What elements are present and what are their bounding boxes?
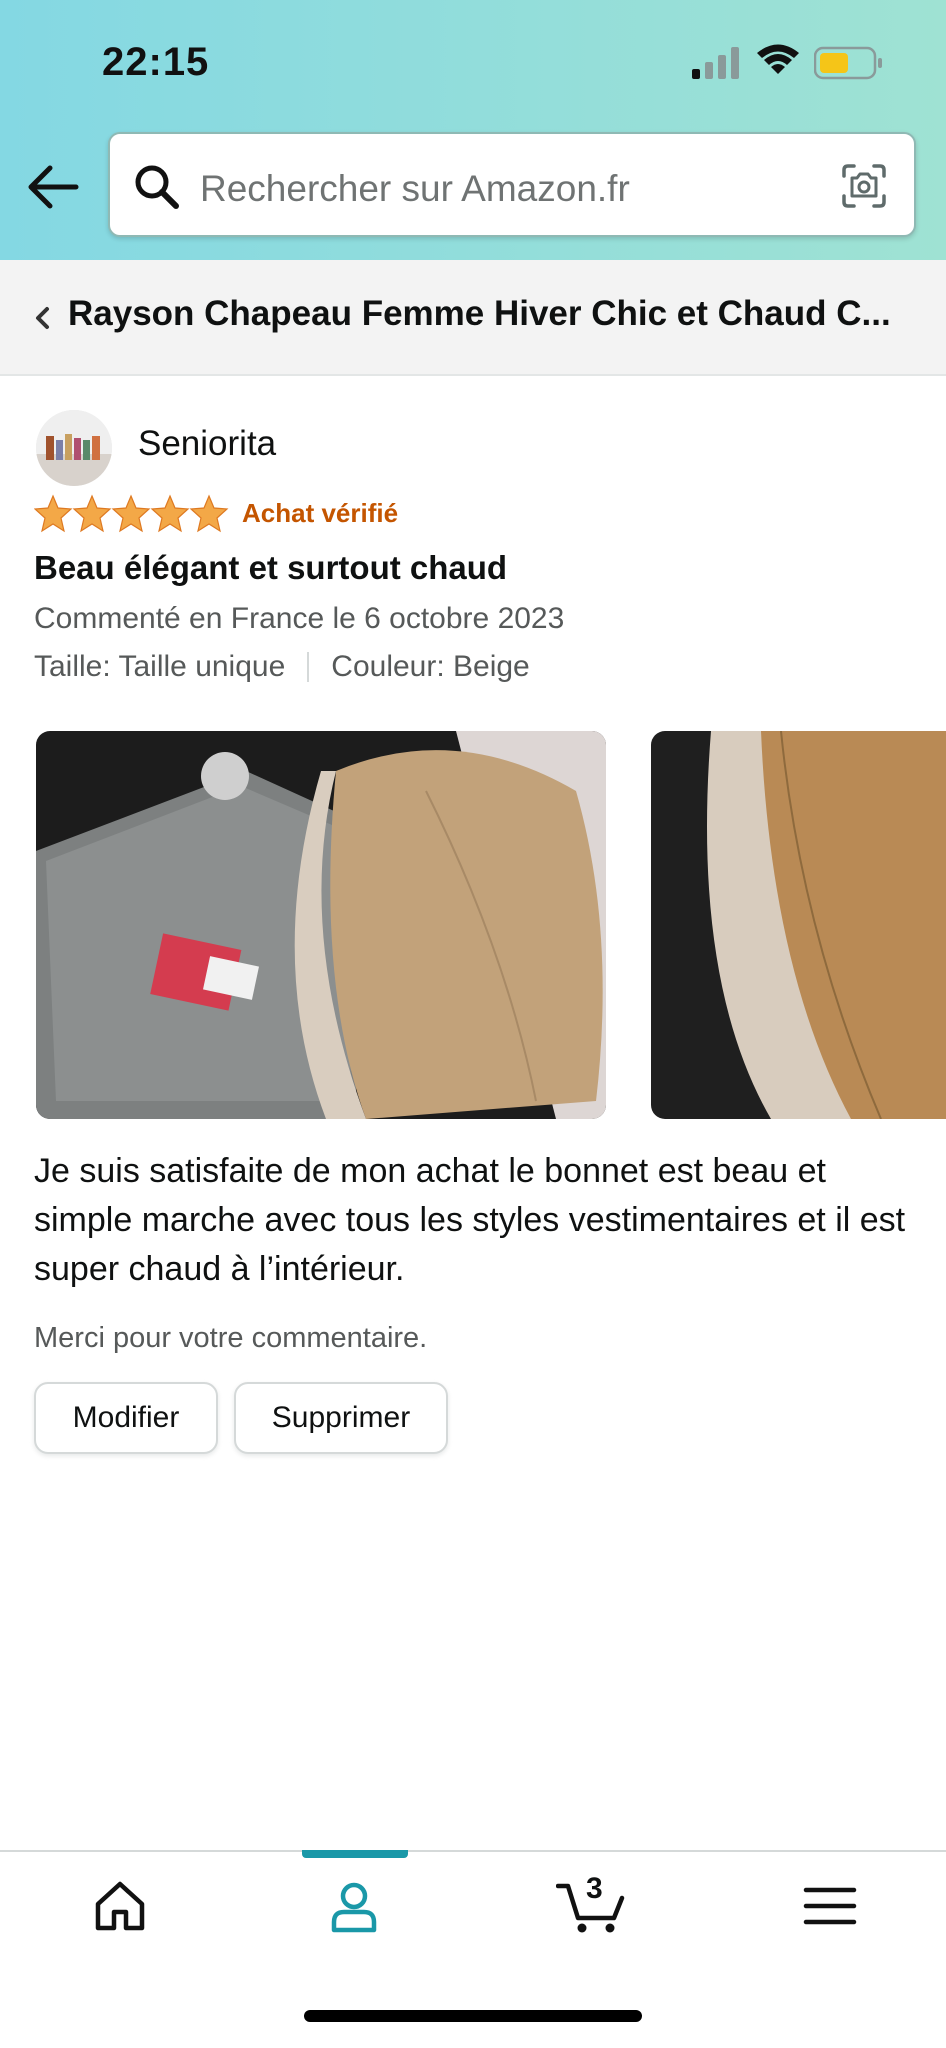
account-icon[interactable] <box>324 1876 384 1936</box>
edit-button[interactable]: Modifier <box>34 1382 218 1454</box>
variant-size: Taille: Taille unique <box>34 650 286 683</box>
wifi-icon <box>757 44 799 74</box>
star-icon <box>34 494 73 533</box>
product-title: Rayson Chapeau Femme Hiver Chic et Chaud… <box>68 294 891 333</box>
review-body: Je suis satisfaite de mon achat le bonne… <box>34 1152 906 1288</box>
star-icon <box>189 494 229 533</box>
status-time: 22:15 <box>102 40 210 84</box>
active-tab-indicator <box>302 1850 408 1858</box>
review-photo[interactable] <box>36 731 606 1119</box>
back-arrow-icon[interactable] <box>26 162 80 212</box>
search-placeholder: Rechercher sur Amazon.fr <box>200 168 630 209</box>
avatar <box>36 410 112 486</box>
review-title: Beau élégant et surtout chaud <box>34 549 508 586</box>
thank-you-message: Merci pour votre commentaire. <box>34 1322 428 1354</box>
search-icon <box>135 165 179 209</box>
review-date: Commenté en France le 6 octobre 2023 <box>34 602 565 635</box>
cellular-signal-icon <box>692 47 739 79</box>
search-input[interactable]: Rechercher sur Amazon.fr <box>108 132 916 237</box>
variant-color: Couleur: Beige <box>331 650 530 683</box>
camera-icon[interactable] <box>840 162 888 210</box>
menu-icon[interactable] <box>800 1876 860 1936</box>
delete-button[interactable]: Supprimer <box>234 1382 448 1454</box>
verified-purchase-badge: Achat vérifié <box>242 498 399 528</box>
star-icon <box>150 494 190 533</box>
battery-icon <box>814 46 882 80</box>
divider <box>307 652 310 682</box>
reviewer-name[interactable]: Seniorita <box>138 424 276 464</box>
cart-count-badge: 3 <box>586 1872 603 1905</box>
star-rating <box>34 494 229 533</box>
star-icon <box>111 494 151 533</box>
variant-info: Taille: Taille unique Couleur: Beige <box>34 650 530 684</box>
review-photo[interactable] <box>651 731 946 1119</box>
home-icon[interactable] <box>90 1876 150 1936</box>
home-indicator <box>304 2010 642 2022</box>
breadcrumb[interactable]: Rayson Chapeau Femme Hiver Chic et Chaud… <box>0 260 946 376</box>
star-icon <box>72 494 112 533</box>
chevron-left-icon <box>36 307 49 329</box>
